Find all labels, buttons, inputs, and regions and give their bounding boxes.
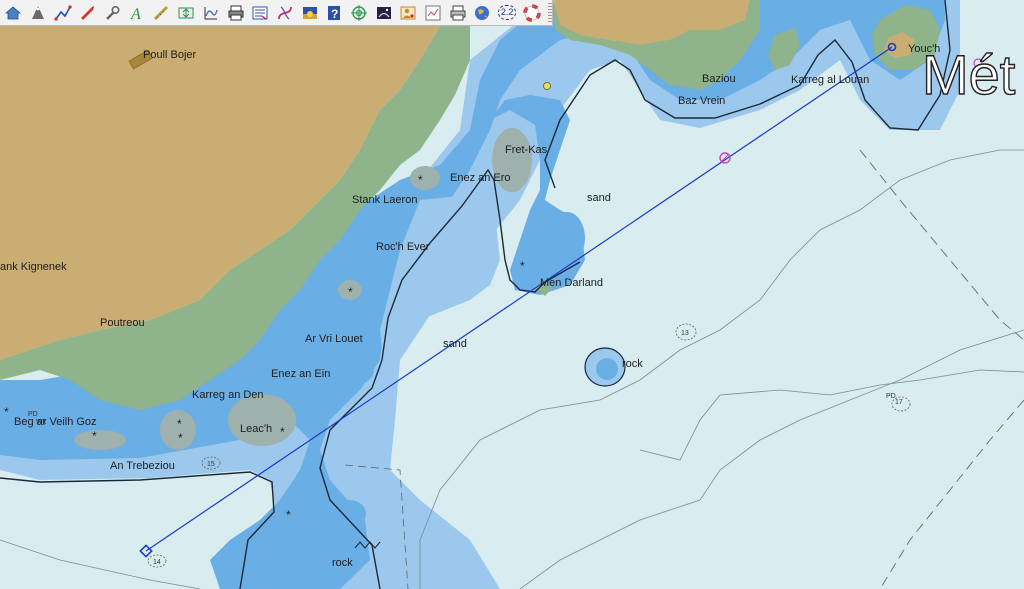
scale-button[interactable] [175, 2, 198, 24]
cone-button[interactable] [27, 2, 50, 24]
nautical-chart[interactable]: * * * * * * * * * 14 13 15 17 PD PD Wk P… [0, 0, 1024, 589]
svg-text:A: A [130, 6, 141, 22]
home-button[interactable] [2, 2, 25, 24]
sounding-15: 15 [207, 461, 215, 468]
route-icon [54, 4, 72, 21]
text-icon: A [130, 6, 141, 22]
globe-button[interactable] [471, 2, 494, 24]
svg-text:?: ? [331, 7, 338, 21]
ruler-icon [154, 5, 169, 20]
rock-star-6: * [92, 429, 97, 443]
boat-icon [81, 5, 95, 20]
tools-button[interactable] [101, 2, 124, 24]
night-icon [376, 6, 391, 19]
target-button[interactable] [348, 2, 371, 24]
rock-star-1: * [418, 173, 423, 187]
target-icon [350, 4, 367, 21]
label-leach: Leac'h [240, 423, 272, 435]
label-fret-kas: Fret-Kas [505, 144, 548, 156]
lifebuoy-button[interactable] [520, 2, 543, 24]
rock-star-8: * [286, 508, 291, 522]
chart-icon [425, 5, 441, 20]
curve-button[interactable] [274, 2, 297, 24]
shoal-fret [549, 212, 585, 264]
home-icon [5, 5, 22, 19]
label-sand-2: sand [443, 338, 467, 350]
main-toolbar: A ? 2.2 [0, 0, 553, 26]
sounding-pd: PD [886, 393, 896, 400]
tide-button[interactable] [200, 2, 223, 24]
tide-icon [204, 6, 218, 19]
label-met: Mét [922, 43, 1016, 106]
person-icon [400, 6, 416, 19]
rock-star-5: * [178, 431, 183, 445]
rock-beg [74, 430, 126, 450]
text-button[interactable]: A [125, 2, 148, 24]
print2-icon [450, 5, 466, 20]
label-baz-vrein: Baz Vrein [678, 95, 725, 107]
route-button[interactable] [51, 2, 74, 24]
label-ar-vri-louet: Ar Vri Louet [305, 333, 363, 345]
rock-star-2: * [348, 285, 353, 299]
label-men-darland: Men Darland [540, 277, 603, 289]
label-rock-2: rock [332, 557, 353, 569]
label-beg-ar-veilh-goz: Beg ar Veilh Goz [14, 416, 97, 428]
chart-info-button[interactable] [422, 2, 445, 24]
print-button[interactable] [224, 2, 247, 24]
label-stank-kignenek: ank Kignenek [0, 261, 67, 273]
toolbar-grip[interactable] [548, 2, 553, 23]
rock-star-7: * [280, 425, 285, 439]
person-button[interactable] [397, 2, 420, 24]
shoal-south-2 [342, 356, 374, 384]
zoom-level-button[interactable]: 2.2 [496, 2, 519, 24]
label-enez-an-ero: Enez an Ero [450, 172, 511, 184]
layers-button[interactable] [249, 2, 272, 24]
sounding-14: 14 [153, 559, 161, 566]
chart-view[interactable]: * * * * * * * * * 14 13 15 17 PD PD Wk P… [0, 0, 1024, 589]
boat-button[interactable] [76, 2, 99, 24]
cone-icon [32, 5, 45, 19]
measure-button[interactable] [150, 2, 173, 24]
rock-star-4: * [177, 417, 182, 431]
label-karreg-an-den: Karreg an Den [192, 389, 264, 401]
shoal-south-1 [334, 500, 366, 528]
shoal-rock-core [596, 358, 618, 380]
curve-icon [278, 6, 292, 19]
label-an-trebeziou: An Trebeziou [110, 460, 175, 472]
layers-icon [252, 6, 268, 20]
sunset-button[interactable] [298, 2, 321, 24]
globe-icon [475, 5, 490, 20]
label-enez-an-ein: Enez an Ein [271, 368, 330, 380]
label-karreg-al-louan: Karreg al Louan [791, 74, 869, 86]
sounding-13: 13 [681, 330, 689, 337]
sunset-icon [302, 6, 317, 19]
sounding-17: 17 [895, 399, 903, 406]
label-poull-bojer: Poull Bojer [143, 49, 197, 61]
label-roch-ever: Roc'h Ever [376, 241, 430, 253]
label-baziou: Baziou [702, 73, 736, 85]
rock-star-9: * [4, 405, 9, 419]
lifebuoy-icon [523, 3, 541, 22]
zoom-badge-icon: 2.2 [497, 5, 517, 20]
rock-leach [228, 394, 296, 446]
printer-icon [228, 5, 244, 20]
night-mode-button[interactable] [372, 2, 395, 24]
help-button[interactable]: ? [323, 2, 346, 24]
rock-star-3: * [520, 259, 525, 273]
buoy-yellow[interactable] [543, 82, 551, 90]
label-stank-laeron: Stank Laeron [352, 194, 417, 206]
label-poutreou: Poutreou [100, 317, 145, 329]
help-icon: ? [328, 5, 341, 21]
print-chart-button[interactable] [446, 2, 469, 24]
label-sand-1: sand [587, 192, 611, 204]
scale-icon [178, 7, 194, 18]
wrench-icon [106, 5, 120, 20]
label-rock-1: rock [622, 358, 643, 370]
rock-enez-an-ero [410, 166, 440, 190]
shoal-south-3 [293, 550, 337, 589]
